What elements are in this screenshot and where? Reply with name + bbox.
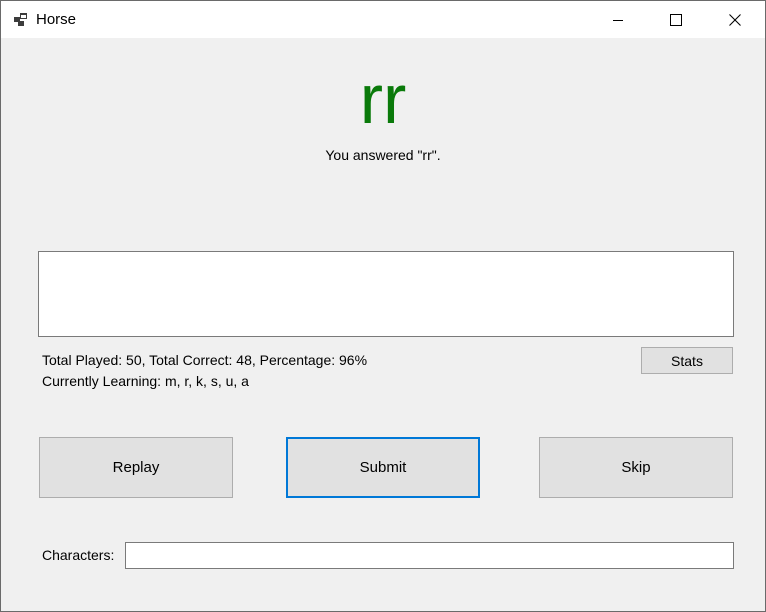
answer-display: rr [359, 60, 407, 138]
minimize-button[interactable] [589, 1, 647, 38]
title-bar[interactable]: Horse [1, 1, 765, 38]
totals-label: Total Played: 50, Total Correct: 48, Per… [42, 352, 368, 368]
minimize-icon [613, 19, 623, 21]
learning-label: Currently Learning: m, r, k, s, u, a [42, 373, 249, 389]
skip-button[interactable]: Skip [539, 437, 733, 498]
close-button[interactable] [706, 1, 764, 38]
app-window-icon [13, 12, 29, 28]
close-icon [729, 13, 741, 26]
stats-button[interactable]: Stats [641, 347, 733, 374]
replay-button[interactable]: Replay [39, 437, 233, 498]
characters-label: Characters: [42, 547, 115, 563]
maximize-button[interactable] [647, 1, 705, 38]
main-window: Horse rr You answered "rr". Total Played… [0, 0, 766, 612]
maximize-icon [670, 13, 682, 26]
answered-message: You answered "rr". [325, 147, 441, 163]
submit-button[interactable]: Submit [286, 437, 480, 498]
window-title: Horse [36, 11, 77, 28]
characters-input[interactable] [125, 542, 734, 569]
output-textbox[interactable] [38, 251, 734, 337]
